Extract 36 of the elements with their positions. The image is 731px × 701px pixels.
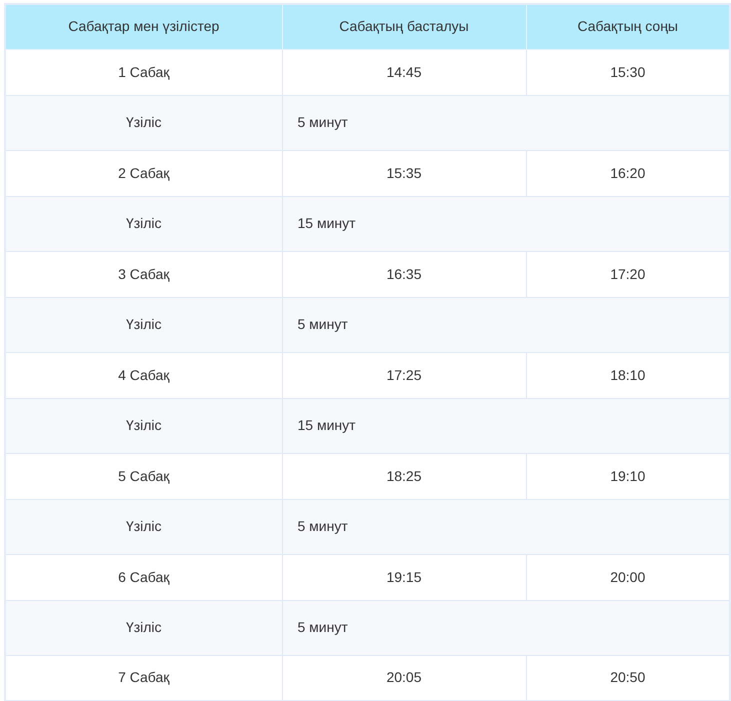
table-cell: 20:50 [526,655,730,701]
table-cell: 5 минут [282,600,730,655]
table-cell: 2 Сабақ [5,150,282,196]
table-cell: 3 Сабақ [5,251,282,297]
table-cell: 6 Сабақ [5,554,282,600]
table-cell: Үзіліс [5,297,282,352]
table-cell: 18:25 [282,453,526,499]
table-cell: Үзіліс [5,600,282,655]
table-cell: 16:35 [282,251,526,297]
table-cell: 15 минут [282,398,730,453]
table-cell: 5 Сабақ [5,453,282,499]
table-cell: 7 Сабақ [5,655,282,701]
table-cell: 17:20 [526,251,730,297]
table-cell: Үзіліс [5,398,282,453]
table-cell: 15:35 [282,150,526,196]
table-cell: Үзіліс [5,95,282,150]
table-cell: Үзіліс [5,196,282,251]
table-cell: 15 минут [282,196,730,251]
table-cell: Үзіліс [5,499,282,554]
table-cell: 16:20 [526,150,730,196]
table-cell: 5 минут [282,297,730,352]
table-cell: 18:10 [526,352,730,398]
table-cell: 20:00 [526,554,730,600]
table-cell: 4 Сабақ [5,352,282,398]
table-cell: 14:45 [282,49,526,95]
table-cell: 19:10 [526,453,730,499]
column-header: Сабақтың басталуы [282,4,526,49]
table-cell: 5 минут [282,499,730,554]
column-header: Сабақтар мен үзілістер [5,4,282,49]
table-cell: 19:15 [282,554,526,600]
table-cell: 15:30 [526,49,730,95]
table-cell: 20:05 [282,655,526,701]
column-header: Сабақтың соңы [526,4,730,49]
table-cell: 17:25 [282,352,526,398]
table-cell: 5 минут [282,95,730,150]
table-cell: 1 Сабақ [5,49,282,95]
